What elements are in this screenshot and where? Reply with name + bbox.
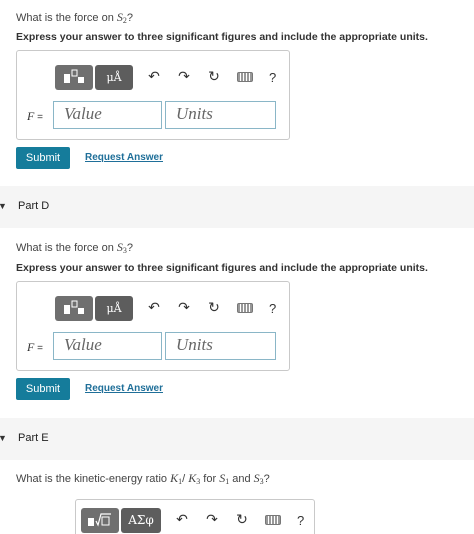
partD-toolbar: μÅ ↶ ↷ ↻ ? xyxy=(55,294,276,322)
keyboard-icon[interactable] xyxy=(265,515,281,525)
redo-icon[interactable]: ↷ xyxy=(173,300,195,316)
partE-title: Part E xyxy=(18,432,49,444)
undo-icon[interactable]: ↶ xyxy=(143,300,165,316)
partC-question: What is the force on S2? xyxy=(16,10,134,25)
partC-answer-box: μÅ ↶ ↷ ↻ ? F = Value Units xyxy=(16,50,290,140)
partD-variable-label: F = xyxy=(27,340,43,354)
partC-instruction: Express your answer to three significant… xyxy=(16,31,428,43)
redo-icon[interactable]: ↷ xyxy=(173,69,195,85)
caret-down-icon: ▼ xyxy=(0,201,7,211)
partD-submit-button[interactable]: Submit xyxy=(16,378,70,400)
keyboard-icon[interactable] xyxy=(237,72,253,82)
partE-header[interactable]: ▼ Part E xyxy=(0,418,474,460)
partD-units-input[interactable]: Units xyxy=(165,332,276,360)
greek-letters-icon[interactable]: ΑΣφ xyxy=(121,507,161,533)
partE-question: What is the kinetic-energy ratio K1/ K3 … xyxy=(16,471,270,486)
undo-icon[interactable]: ↶ xyxy=(171,512,193,528)
caret-down-icon: ▼ xyxy=(0,433,7,443)
partC-request-answer-link[interactable]: Request Answer xyxy=(85,152,163,163)
keyboard-icon[interactable] xyxy=(237,303,253,313)
help-icon[interactable]: ? xyxy=(269,70,276,85)
partD-value-input[interactable]: Value xyxy=(53,332,162,360)
partD-answer-box: μÅ ↶ ↷ ↻ ? F = Value Units xyxy=(16,281,290,371)
partE-answer-box: ΑΣφ ↶ ↷ ↻ ? xyxy=(75,499,315,534)
reset-icon[interactable]: ↻ xyxy=(231,512,253,528)
partE-toolbar: ΑΣφ ↶ ↷ ↻ ? xyxy=(81,506,304,534)
partC-variable-label: F = xyxy=(27,109,43,123)
partC-value-input[interactable]: Value xyxy=(53,101,162,129)
partD-request-answer-link[interactable]: Request Answer xyxy=(85,383,163,394)
partD-title: Part D xyxy=(18,200,50,212)
help-icon[interactable]: ? xyxy=(269,301,276,316)
reset-icon[interactable]: ↻ xyxy=(203,69,225,85)
partD-header[interactable]: ▼ Part D xyxy=(0,186,474,228)
partC-units-input[interactable]: Units xyxy=(165,101,276,129)
radical-template-icon[interactable] xyxy=(81,507,119,533)
units-icon[interactable]: μÅ xyxy=(95,295,133,321)
units-icon[interactable]: μÅ xyxy=(95,64,133,90)
partD-question: What is the force on S3? xyxy=(16,240,134,255)
partC-toolbar: μÅ ↶ ↷ ↻ ? xyxy=(55,63,276,91)
partD-instruction: Express your answer to three significant… xyxy=(16,262,428,274)
templates-icon[interactable] xyxy=(55,295,93,321)
reset-icon[interactable]: ↻ xyxy=(203,300,225,316)
partC-submit-button[interactable]: Submit xyxy=(16,147,70,169)
undo-icon[interactable]: ↶ xyxy=(143,69,165,85)
help-icon[interactable]: ? xyxy=(297,513,304,528)
redo-icon[interactable]: ↷ xyxy=(201,512,223,528)
templates-icon[interactable] xyxy=(55,64,93,90)
